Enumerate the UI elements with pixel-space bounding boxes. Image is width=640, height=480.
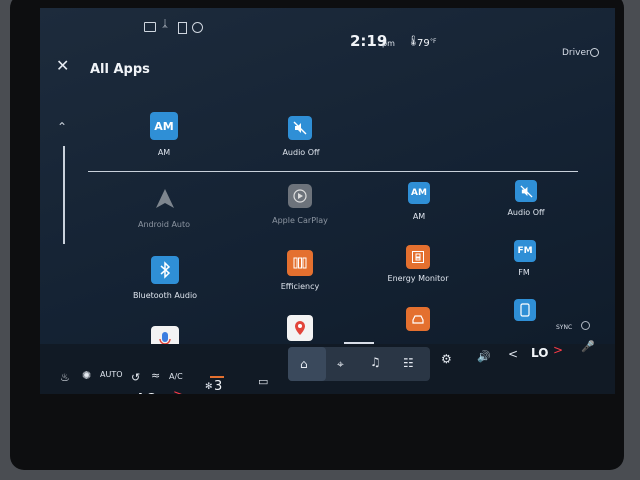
sync-icon	[581, 321, 590, 330]
efficiency-icon[interactable]	[287, 250, 313, 276]
phone-app-icon[interactable]	[514, 299, 536, 321]
page-title: All Apps	[90, 62, 150, 77]
right-temp-down-chevron-icon[interactable]: <	[508, 347, 518, 361]
app-fm-label: FM	[518, 268, 530, 277]
bluetooth-audio-icon[interactable]	[151, 256, 179, 284]
car-icon[interactable]: ▭	[258, 376, 268, 387]
user-icon[interactable]	[590, 48, 599, 57]
settings-gear-icon[interactable]: ⚙	[441, 353, 452, 365]
fav-audio-off-icon[interactable]	[288, 116, 312, 140]
app-am-tile[interactable]: AM	[408, 182, 430, 204]
app-android-auto-label: Android Auto	[137, 220, 191, 229]
fav-am-tile[interactable]: AM	[150, 112, 178, 140]
app-apple-carplay-label: Apple CarPlay	[272, 216, 328, 225]
app-audio-off-icon[interactable]	[515, 180, 537, 202]
fan-level-indicator	[210, 376, 224, 378]
volume-icon[interactable]: 🔊	[477, 351, 491, 362]
app-grid-icon[interactable]: ☷	[403, 357, 414, 369]
airflow-icon[interactable]: ≈	[151, 370, 160, 381]
apple-carplay-icon[interactable]	[288, 184, 312, 208]
ac-label[interactable]: A/C	[169, 372, 183, 381]
fav-audio-off-label: Audio Off	[282, 148, 320, 157]
check-icon	[192, 22, 203, 33]
left-temp-value: LO	[138, 392, 157, 394]
music-icon[interactable]: ♫	[370, 356, 381, 368]
profile-name[interactable]: Driver	[562, 48, 590, 58]
left-temp-down-chevron-icon[interactable]: <	[107, 393, 118, 394]
app-energy-monitor-label: Energy Monitor	[387, 274, 449, 283]
fav-am-label: AM	[157, 148, 171, 157]
bluetooth-icon: ᛣ	[162, 19, 168, 30]
app-am-label: AM	[412, 212, 426, 221]
app-audio-off-label: Audio Off	[507, 208, 545, 217]
climate-auto-label[interactable]: AUTO	[100, 370, 123, 379]
right-temp-up-chevron-icon[interactable]: >	[553, 343, 563, 357]
close-icon[interactable]: ✕	[56, 56, 69, 75]
recirculation-icon[interactable]: ↺	[131, 372, 140, 383]
left-temp-up-chevron-icon[interactable]: >	[173, 388, 184, 394]
app-bluetooth-audio-label: Bluetooth Audio	[132, 291, 198, 300]
scroll-up-chevron-icon[interactable]: ⌃	[57, 120, 67, 134]
app-fm-tile[interactable]: FM	[514, 240, 536, 262]
energy-monitor-icon[interactable]	[406, 245, 430, 269]
sync-label[interactable]: SYNC	[556, 324, 572, 331]
favorites-divider	[88, 171, 578, 172]
vehicle-icon[interactable]	[406, 307, 430, 331]
right-temp-value: LO	[531, 346, 549, 360]
android-auto-icon[interactable]	[154, 188, 176, 214]
phone-icon	[178, 22, 187, 34]
message-icon	[144, 22, 156, 32]
app-efficiency-label: Efficiency	[280, 282, 320, 291]
outside-temp: 79	[417, 38, 430, 49]
navigation-pin-icon[interactable]: ⌖	[337, 358, 344, 370]
scrollbar[interactable]	[63, 146, 65, 244]
microphone-icon[interactable]: 🎤	[581, 341, 595, 352]
maps-icon[interactable]	[287, 315, 313, 341]
fan-speed-icon[interactable]: ✻	[205, 382, 213, 392]
fan-icon[interactable]: ✺	[82, 370, 91, 381]
page-indicator	[344, 342, 374, 344]
home-icon[interactable]: ⌂	[300, 358, 308, 370]
temp-unit: °F	[430, 38, 437, 45]
seat-heat-icon[interactable]: ♨	[60, 372, 70, 383]
clock-ampm: pm	[382, 39, 395, 48]
fan-level-value: 3	[214, 379, 223, 394]
infotainment-screen: ᛣ 2:19 pm 🌡 79 °F Driver ✕ All Apps ⌃ ⌄ …	[40, 8, 615, 394]
